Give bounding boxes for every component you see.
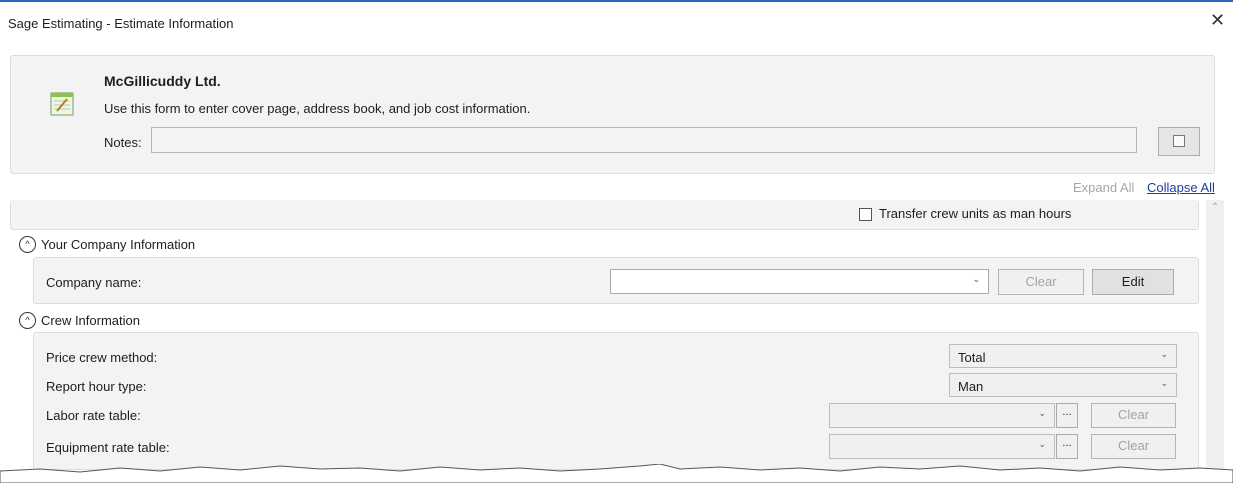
equipment-rate-clear-button[interactable]: Clear <box>1091 434 1176 459</box>
section-title-company: Your Company Information <box>41 237 196 252</box>
crew-info-panel: Price crew method: Total ⌄ Report hour t… <box>33 332 1199 470</box>
estimate-header-panel: McGillicuddy Ltd. Use this form to enter… <box>10 55 1215 174</box>
company-clear-button[interactable]: Clear <box>998 269 1084 295</box>
form-edit-icon <box>50 92 74 116</box>
equipment-rate-table-label: Equipment rate table: <box>46 440 170 455</box>
vertical-scrollbar[interactable]: ⌃ <box>1206 200 1224 471</box>
price-crew-method-value: Total <box>958 350 986 365</box>
transfer-crew-units-checkbox[interactable] <box>859 208 872 221</box>
labor-rate-table-label: Labor rate table: <box>46 408 141 423</box>
company-name-label: Company name: <box>46 275 142 290</box>
company-info-panel: Company name: ⌄ Clear Edit <box>33 257 1199 304</box>
labor-rate-table-dropdown[interactable]: ⌄ <box>829 403 1055 428</box>
company-heading: McGillicuddy Ltd. <box>104 73 221 89</box>
collapse-section-icon[interactable]: ^ <box>19 236 36 253</box>
form-description: Use this form to enter cover page, addre… <box>104 101 531 116</box>
transfer-crew-units-label: Transfer crew units as man hours <box>879 206 1072 221</box>
price-crew-method-label: Price crew method: <box>46 350 158 365</box>
labor-rate-browse-button[interactable]: ... <box>1056 403 1078 428</box>
chevron-down-icon: ⌄ <box>1160 378 1168 388</box>
window-top-border <box>0 0 1233 2</box>
report-hour-type-label: Report hour type: <box>46 379 147 394</box>
price-crew-method-dropdown[interactable]: Total ⌄ <box>949 344 1177 368</box>
chevron-down-icon: ⌄ <box>1160 349 1168 359</box>
window-title: Sage Estimating - Estimate Information <box>8 16 234 31</box>
collapse-all-link[interactable]: Collapse All <box>1147 180 1215 195</box>
equipment-rate-browse-button[interactable]: ... <box>1056 434 1078 459</box>
report-hour-type-dropdown[interactable]: Man ⌄ <box>949 373 1177 397</box>
notes-window-icon <box>1173 135 1185 147</box>
section-title-crew: Crew Information <box>41 313 140 328</box>
company-name-dropdown[interactable]: ⌄ <box>610 269 989 294</box>
chevron-down-icon: ⌄ <box>972 274 980 284</box>
collapse-section-icon[interactable]: ^ <box>19 312 36 329</box>
notes-label: Notes: <box>104 135 142 150</box>
labor-rate-clear-button[interactable]: Clear <box>1091 403 1176 428</box>
expand-all-link[interactable]: Expand All <box>1073 180 1134 195</box>
notes-field[interactable] <box>151 127 1137 153</box>
notes-editor-button[interactable] <box>1158 127 1200 156</box>
chevron-down-icon: ⌄ <box>1038 439 1046 449</box>
company-edit-button[interactable]: Edit <box>1092 269 1174 295</box>
report-hour-type-value: Man <box>958 379 984 394</box>
close-icon[interactable]: ✕ <box>1210 10 1225 31</box>
scroll-up-icon[interactable]: ⌃ <box>1209 202 1221 214</box>
chevron-down-icon: ⌄ <box>1038 408 1046 418</box>
job-options-panel: Transfer crew units as man hours <box>10 200 1199 230</box>
equipment-rate-table-dropdown[interactable]: ⌄ <box>829 434 1055 459</box>
torn-edge-decoration <box>0 464 1233 483</box>
